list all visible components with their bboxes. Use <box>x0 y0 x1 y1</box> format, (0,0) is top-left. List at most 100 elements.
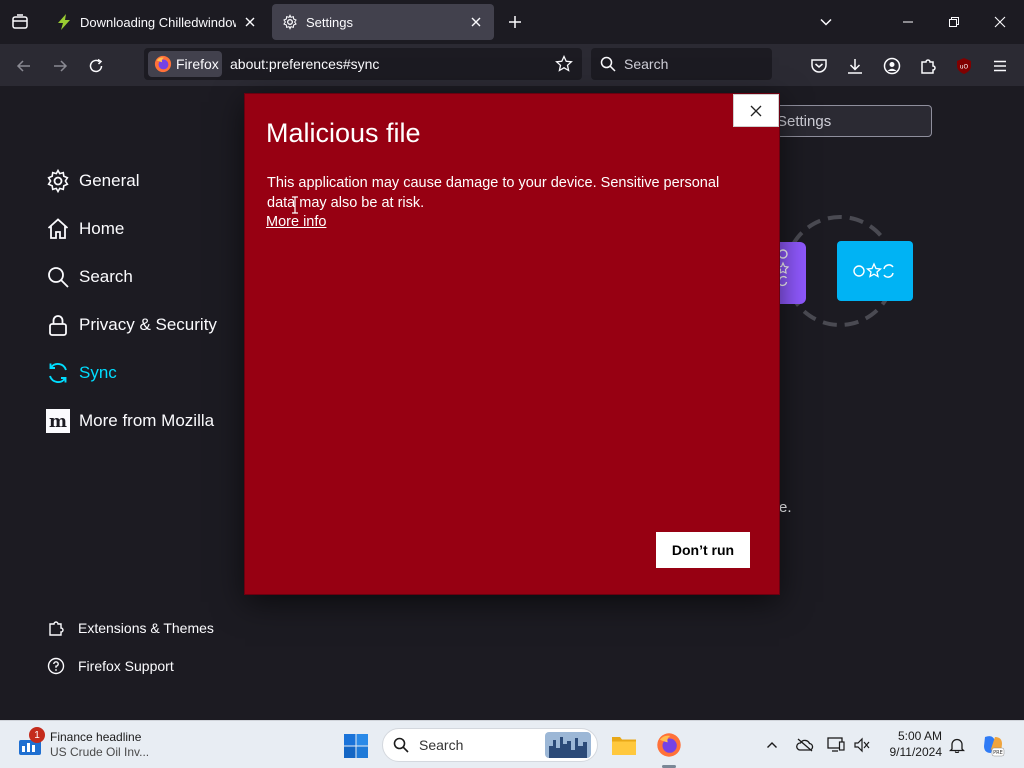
identity-box[interactable]: Firefox <box>148 51 222 77</box>
category-privacy-security[interactable]: Privacy & Security <box>46 310 217 340</box>
minimize-icon <box>903 21 913 23</box>
close-icon <box>750 105 762 116</box>
display-icon[interactable] <box>826 735 846 755</box>
dont-run-button[interactable]: Don’t run <box>656 532 750 568</box>
onedrive-offline-icon[interactable] <box>795 735 815 755</box>
category-label: Sync <box>79 363 117 382</box>
firefox-logo-icon <box>154 55 172 73</box>
reload-icon <box>89 58 103 73</box>
menu-button[interactable] <box>986 52 1014 80</box>
new-tab-button[interactable] <box>503 10 527 34</box>
tab-strip: Downloading Chilledwindows.e Settings <box>0 0 1024 44</box>
category-label: Privacy & Security <box>79 315 217 334</box>
taskbar-search-placeholder: Search <box>419 737 464 753</box>
category-sync[interactable]: Sync <box>46 358 117 388</box>
sync-icon <box>46 361 70 385</box>
firefox-logo-icon <box>657 733 681 757</box>
firefox-support-link[interactable]: Firefox Support <box>47 655 174 677</box>
close-window-button[interactable] <box>980 6 1020 38</box>
find-in-settings-input[interactable]: Settings <box>770 105 932 137</box>
more-info-link[interactable]: More info <box>266 214 326 230</box>
search-highlight-image <box>545 732 591 758</box>
lock-icon <box>46 313 70 337</box>
account-button[interactable] <box>878 52 906 80</box>
navigation-toolbar: Firefox about:preferences#sync Search uO <box>0 44 1024 86</box>
category-more-from-mozilla[interactable]: m More from Mozilla <box>46 406 214 436</box>
account-icon <box>883 57 901 75</box>
svg-text:PRE: PRE <box>993 750 1003 756</box>
plus-icon <box>509 16 521 28</box>
file-explorer-taskbar-button[interactable] <box>608 729 640 761</box>
help-icon <box>47 657 65 675</box>
url-text[interactable]: about:preferences#sync <box>230 56 379 72</box>
gear-icon <box>46 169 70 193</box>
firefox-taskbar-button[interactable] <box>653 729 685 761</box>
category-search[interactable]: Search <box>46 262 133 292</box>
reload-button[interactable] <box>82 52 110 80</box>
windows-start-icon[interactable] <box>343 733 369 759</box>
malicious-file-dialog: Malicious file This application may caus… <box>245 94 779 594</box>
search-placeholder: Search <box>624 56 669 72</box>
category-label: More from Mozilla <box>79 411 215 430</box>
close-icon <box>994 16 1006 28</box>
restore-icon <box>949 17 959 27</box>
category-general[interactable]: General <box>46 166 139 196</box>
category-home[interactable]: Home <box>46 214 124 244</box>
tab-close-icon[interactable] <box>242 14 258 30</box>
svg-text:m: m <box>49 412 67 432</box>
pocket-button[interactable] <box>805 52 833 80</box>
arrow-left-icon <box>16 60 30 72</box>
url-bar[interactable]: Firefox about:preferences#sync <box>144 48 582 80</box>
notifications-button[interactable] <box>947 735 967 755</box>
dialog-close-button[interactable] <box>733 94 779 127</box>
find-placeholder: Settings <box>777 112 832 130</box>
star-icon <box>555 55 573 72</box>
footer-link-label: Extensions & Themes <box>78 620 214 636</box>
category-label: Search <box>79 267 133 286</box>
tab-list-icon <box>12 14 28 29</box>
back-button[interactable] <box>10 52 38 80</box>
footer-link-label: Firefox Support <box>78 658 174 674</box>
extensions-themes-link[interactable]: Extensions & Themes <box>47 617 214 639</box>
download-icon <box>848 59 862 74</box>
ublock-origin-button[interactable]: uO <box>950 52 978 80</box>
folder-icon <box>612 737 636 755</box>
svg-text:uO: uO <box>960 64 969 71</box>
forward-button[interactable] <box>46 52 74 80</box>
copilot-icon[interactable]: PRE <box>980 732 1006 758</box>
bell-icon <box>949 738 965 753</box>
taskbar-clock[interactable]: 5:00 AM 9/11/2024 <box>878 728 943 760</box>
clock-time: 5:00 AM <box>897 729 942 743</box>
home-icon <box>46 217 70 241</box>
show-hidden-icons-button[interactable] <box>762 735 782 755</box>
tab-settings[interactable]: Settings <box>272 4 494 40</box>
tab-list-button[interactable] <box>8 10 32 34</box>
obscured-text-fragment: e. <box>779 499 792 516</box>
sync-illustration <box>770 215 913 327</box>
widgets-button[interactable]: 1 Finance headline US Crude Oil Inv... <box>18 727 149 763</box>
mozilla-icon: m <box>46 409 70 433</box>
category-label: Home <box>79 219 125 238</box>
ublock-origin-icon: uO <box>957 58 971 74</box>
network-volume-icon[interactable] <box>852 735 872 755</box>
category-label: General <box>79 171 140 190</box>
tab-close-icon[interactable] <box>468 14 484 30</box>
search-bar[interactable]: Search <box>591 48 772 80</box>
windows-taskbar: 1 Finance headline US Crude Oil Inv... S… <box>0 720 1024 768</box>
downloads-button[interactable] <box>841 52 869 80</box>
identity-label: Firefox <box>176 56 219 72</box>
clock-date: 9/11/2024 <box>889 745 943 759</box>
puzzle-icon <box>47 619 65 637</box>
restore-button[interactable] <box>934 6 974 38</box>
search-icon <box>600 56 616 72</box>
bolt-icon <box>56 14 72 30</box>
taskbar-search-box[interactable]: Search <box>382 728 598 762</box>
bookmark-star-button[interactable] <box>554 54 574 74</box>
extensions-button[interactable] <box>914 52 942 80</box>
minimize-button[interactable] <box>888 6 928 38</box>
tab-downloading[interactable]: Downloading Chilledwindows.e <box>46 4 268 40</box>
finance-widget-icon: 1 <box>18 727 45 757</box>
widget-subtitle: US Crude Oil Inv... <box>50 745 150 759</box>
dialog-message: This application may cause damage to you… <box>267 175 720 211</box>
list-all-tabs-button[interactable] <box>814 10 838 34</box>
